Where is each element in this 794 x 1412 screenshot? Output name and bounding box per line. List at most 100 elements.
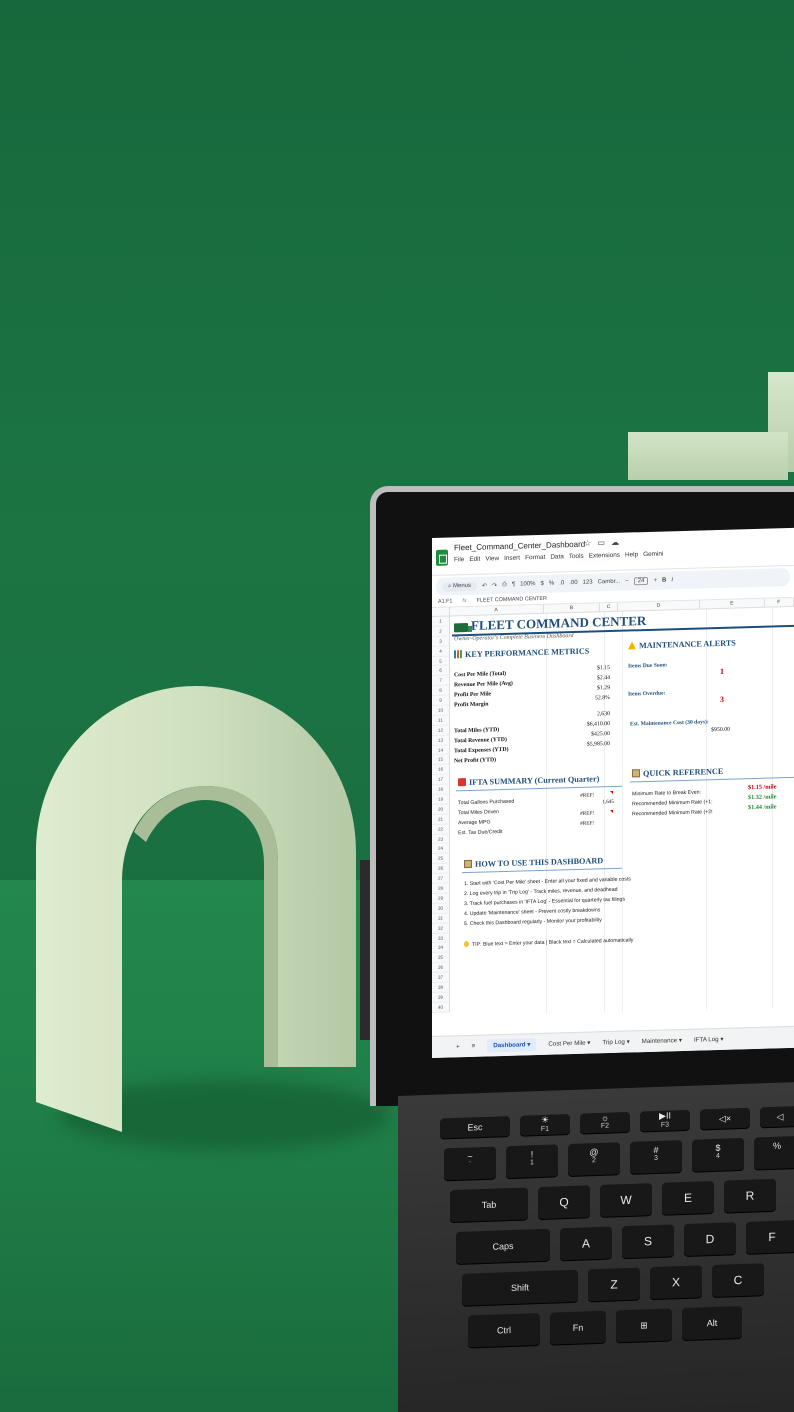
overdue-label[interactable]: Items Overdue:: [628, 690, 665, 697]
howto-step[interactable]: 4. Update 'Maintenance' sheet - Prevent …: [464, 907, 600, 917]
column-header-f[interactable]: F: [764, 597, 794, 607]
key-3[interactable]: #3: [630, 1140, 682, 1174]
howto-step[interactable]: 5. Check this Dashboard regularly - Moni…: [464, 917, 602, 927]
menu-view[interactable]: View: [485, 555, 499, 562]
kpi-label[interactable]: Profit Margin: [454, 701, 489, 708]
row-header[interactable]: 1: [432, 616, 449, 627]
star-move-cloud-icons[interactable]: ☆ ▭ ☁: [584, 538, 621, 548]
ytd-label[interactable]: Total Revenue (YTD): [454, 737, 507, 744]
key-1[interactable]: ! 1: [506, 1144, 558, 1179]
font-select[interactable]: Cambr...: [598, 579, 621, 586]
kpi-label[interactable]: Cost Per Mile (Total): [454, 671, 506, 678]
ytd-value[interactable]: $6,410.00: [550, 721, 610, 729]
due-soon-count[interactable]: 1: [720, 667, 724, 676]
cell-grid[interactable]: 1 2 3 4 5 6 7 8 9 10 11 12 13 14 15 16 17 18 19 20 21 22 23 24 2…: [432, 607, 794, 1017]
row-header[interactable]: 40: [432, 1002, 449, 1013]
name-box[interactable]: A1:F1: [438, 598, 452, 604]
howto-step[interactable]: 3. Track fuel purchases in 'IFTA Log' - …: [464, 897, 625, 907]
error-indicator[interactable]: [610, 790, 613, 795]
row-header[interactable]: 29: [432, 893, 449, 904]
key-d[interactable]: D: [684, 1222, 736, 1257]
ifta-value[interactable]: #REF!: [560, 820, 594, 827]
key-w[interactable]: W: [600, 1183, 652, 1217]
row-header[interactable]: 16: [432, 764, 449, 776]
select-all-corner[interactable]: [432, 607, 450, 616]
ytd-label[interactable]: Net Profit (YTD): [454, 757, 496, 764]
row-header[interactable]: 17: [432, 774, 449, 786]
key-f1[interactable]: ☀ F1: [520, 1113, 570, 1136]
key-esc[interactable]: Esc: [440, 1116, 510, 1139]
row-header[interactable]: 2: [432, 626, 449, 637]
menu-file[interactable]: File: [454, 556, 464, 563]
howto-tip[interactable]: TIP: Blue text = Enter your data | Black…: [464, 936, 633, 948]
row-header[interactable]: 28: [432, 883, 449, 894]
paint-format-icon[interactable]: ¶: [512, 582, 515, 588]
key-a[interactable]: A: [560, 1226, 612, 1261]
add-sheet-button[interactable]: +: [456, 1043, 460, 1050]
row-header[interactable]: 26: [432, 863, 449, 875]
key-4[interactable]: $4: [692, 1137, 744, 1172]
key-tilde[interactable]: ~ `: [444, 1146, 496, 1181]
row-header[interactable]: 39: [432, 992, 449, 1003]
key-f[interactable]: F: [746, 1220, 794, 1254]
ifta-label[interactable]: Total Gallons Purchased: [458, 799, 514, 807]
zoom-select[interactable]: 100%: [520, 581, 535, 587]
row-header[interactable]: 4: [432, 646, 449, 657]
sheets-logo-icon[interactable]: [436, 549, 448, 566]
row-header[interactable]: 14: [432, 745, 449, 756]
menu-extensions[interactable]: Extensions: [589, 552, 620, 560]
key-alt[interactable]: Alt: [682, 1305, 742, 1341]
bold-button[interactable]: B: [662, 577, 666, 583]
quick-ref-value[interactable]: $1.15 /mile: [748, 783, 777, 791]
ifta-value[interactable]: #REF!: [560, 810, 594, 817]
kpi-label[interactable]: Revenue Per Mile (Avg): [454, 681, 513, 689]
key-volume[interactable]: ◁: [760, 1105, 794, 1128]
italic-button[interactable]: I: [671, 577, 673, 583]
menu-help[interactable]: Help: [625, 551, 638, 558]
key-f2[interactable]: ☼ F2: [580, 1111, 630, 1134]
ytd-value[interactable]: $5,985.00: [550, 741, 610, 749]
key-shift[interactable]: Shift: [462, 1269, 578, 1306]
key-2[interactable]: @2: [568, 1142, 620, 1177]
key-fn[interactable]: Fn: [550, 1310, 606, 1345]
key-s[interactable]: S: [622, 1224, 674, 1259]
key-e[interactable]: E: [662, 1180, 714, 1215]
row-header[interactable]: 23: [432, 834, 449, 845]
row-header[interactable]: 34: [432, 942, 449, 954]
key-caps[interactable]: Caps: [456, 1228, 550, 1264]
row-header[interactable]: 31: [432, 913, 449, 924]
font-size-input[interactable]: 24: [633, 576, 649, 586]
key-ctrl[interactable]: Ctrl: [468, 1313, 540, 1348]
increase-decimal-button[interactable]: .00: [569, 580, 577, 586]
row-header[interactable]: 5: [432, 656, 449, 667]
menu-insert[interactable]: Insert: [504, 555, 520, 562]
row-header[interactable]: 36: [432, 962, 449, 974]
quick-ref-label[interactable]: Recommended Minimum Rate (+1:: [632, 799, 713, 807]
currency-format-button[interactable]: $: [541, 581, 544, 587]
key-c[interactable]: C: [712, 1263, 764, 1298]
ytd-value[interactable]: $425.00: [550, 731, 610, 739]
row-header[interactable]: 18: [432, 784, 449, 796]
howto-step[interactable]: 1. Start with 'Cost Per Mile' sheet - En…: [464, 876, 631, 887]
windows-key-icon[interactable]: ⊞: [616, 1308, 672, 1343]
kpi-value[interactable]: 52.8%: [550, 695, 610, 703]
row-header[interactable]: 10: [432, 705, 449, 716]
kpi-value[interactable]: $2.44: [550, 675, 610, 683]
row-header[interactable]: 3: [432, 636, 449, 647]
print-icon[interactable]: ⎙: [502, 581, 507, 588]
kpi-heading[interactable]: KEY PERFORMANCE METRICS: [454, 647, 589, 660]
quick-ref-label[interactable]: Minimum Rate to Break Even:: [632, 789, 701, 797]
row-header[interactable]: 7: [432, 675, 449, 687]
quick-ref-value[interactable]: $1.44 /mile: [748, 803, 777, 811]
menu-format[interactable]: Format: [525, 554, 545, 562]
menu-data[interactable]: Data: [550, 553, 564, 560]
tab-dashboard[interactable]: Dashboard ▾: [487, 1038, 537, 1053]
menu-tools[interactable]: Tools: [569, 553, 584, 560]
row-header[interactable]: 25: [432, 853, 449, 865]
redo-icon[interactable]: ↷: [492, 582, 497, 589]
maintenance-heading[interactable]: MAINTENANCE ALERTS: [628, 639, 736, 651]
row-header[interactable]: 8: [432, 685, 449, 697]
ytd-label[interactable]: Total Expenses (YTD): [454, 747, 509, 755]
row-header[interactable]: 33: [432, 933, 449, 944]
key-f3[interactable]: ▶II F3: [640, 1109, 690, 1132]
